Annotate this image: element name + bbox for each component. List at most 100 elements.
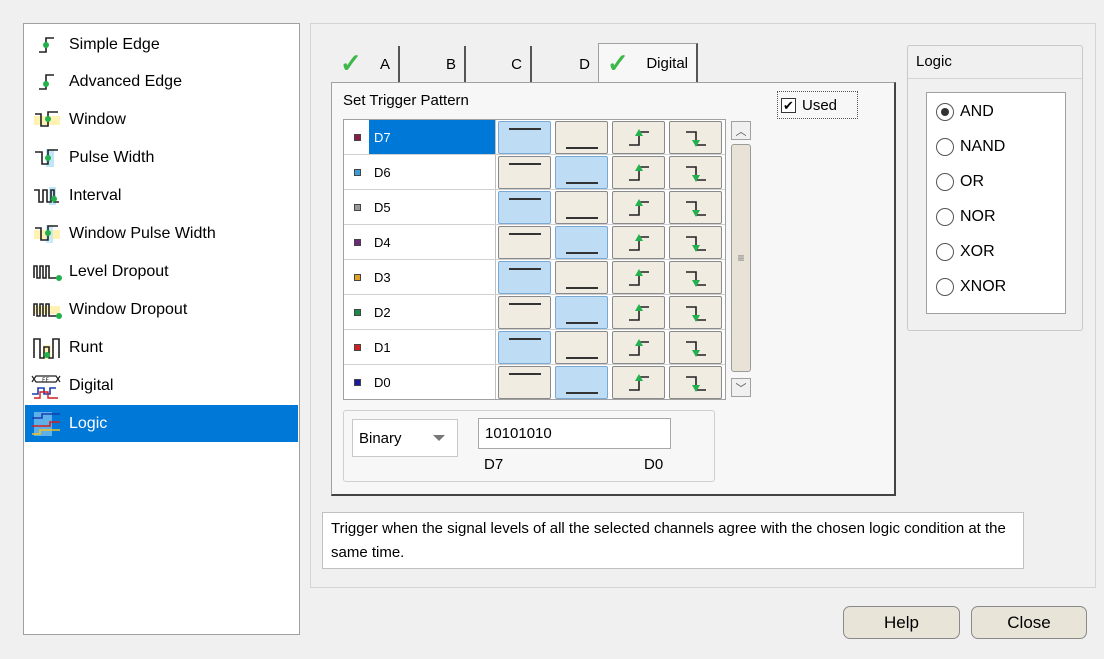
low-level-icon [565,380,598,394]
trigger-item-label: Pulse Width [69,148,155,166]
msb-label: D7 [484,456,504,473]
state-high-button[interactable] [498,226,551,259]
logic-option-label: XNOR [960,278,1007,295]
tab-label: Digital [646,54,688,72]
tab-b[interactable]: B [400,46,466,82]
falling-edge-icon [685,340,706,357]
trigger-item-label: Window [69,110,126,128]
channel-name[interactable]: D1 [369,330,496,364]
trigger-item-window-pulse-width[interactable]: Window Pulse Width [25,215,298,252]
state-low-button[interactable] [555,261,608,294]
high-level-icon [508,162,541,177]
channel-name[interactable]: D6 [369,155,496,189]
trigger-item-pulse-width[interactable]: Pulse Width [25,139,298,176]
state-rising-button[interactable] [612,156,665,189]
state-falling-button[interactable] [669,296,722,329]
state-rising-button[interactable] [612,296,665,329]
used-checkbox[interactable]: ✔ Used [777,91,858,119]
divider [908,78,1082,79]
state-high-button[interactable] [498,366,551,399]
trigger-item-runt[interactable]: Runt [25,329,298,366]
channel-name[interactable]: D4 [369,225,496,259]
logic-option-nand[interactable]: NAND [936,135,1005,159]
trigger-item-label: Logic [69,414,108,432]
chevron-up-icon: ︿ [735,125,747,138]
trigger-item-window-dropout[interactable]: Window Dropout [25,291,298,328]
channel-color-swatch [354,204,361,211]
state-falling-button[interactable] [669,366,722,399]
channel-name[interactable]: D7 [369,120,496,154]
channel-name[interactable]: D2 [369,295,496,329]
chevron-down-icon: ﹀ [735,382,747,395]
logic-option-or[interactable]: OR [936,170,984,194]
pattern-value-input[interactable] [478,418,671,449]
logic-option-xnor[interactable]: XNOR [936,275,1006,299]
trigger-item-label: Digital [69,376,114,394]
state-low-button[interactable] [555,121,608,154]
checkbox-check-icon: ✔ [781,97,796,113]
trigger-item-level-dropout[interactable]: Level Dropout [25,253,298,290]
low-level-icon [565,135,598,149]
trigger-description: Trigger when the signal levels of all th… [322,512,1024,569]
state-high-button[interactable] [498,261,551,294]
pattern-scrollbar[interactable]: ︿ ≡ ﹀ [729,119,754,400]
logic-option-xor[interactable]: XOR [936,240,995,264]
state-low-button[interactable] [555,156,608,189]
tab-label: B [445,55,456,73]
close-button[interactable]: Close [971,606,1087,639]
low-level-icon [565,170,598,184]
state-high-button[interactable] [498,156,551,189]
trigger-item-interval[interactable]: Interval [25,177,298,214]
channel-name[interactable]: D5 [369,190,496,224]
trigger-type-list[interactable]: Simple Edge Advanced Edge Window Pulse W… [23,23,300,635]
state-falling-button[interactable] [669,261,722,294]
state-high-button[interactable] [498,331,551,364]
tab-a[interactable]: ✓ A [334,46,400,82]
state-rising-button[interactable] [612,261,665,294]
high-level-icon [508,267,541,282]
trigger-item-window[interactable]: Window [25,101,298,138]
scroll-thumb[interactable]: ≡ [731,144,751,372]
state-rising-button[interactable] [612,331,665,364]
tab-c[interactable]: C [466,46,532,82]
format-dropdown[interactable]: Binary [352,419,458,457]
state-low-button[interactable] [555,296,608,329]
trigger-item-logic[interactable]: Logic [25,405,298,442]
state-rising-button[interactable] [612,191,665,224]
state-rising-button[interactable] [612,226,665,259]
logic-option-nor[interactable]: NOR [936,205,996,229]
state-low-button[interactable] [555,331,608,364]
state-low-button[interactable] [555,366,608,399]
state-falling-button[interactable] [669,226,722,259]
trigger-item-digital[interactable]: FF Digital [25,367,298,404]
tab-d[interactable]: D [532,46,598,82]
channel-row-d1: D1 [344,330,725,365]
trigger-item-simple-edge[interactable]: Simple Edge [25,26,298,63]
state-falling-button[interactable] [669,156,722,189]
check-icon: ✓ [607,48,629,78]
pulse-width-icon [25,145,69,171]
channel-name[interactable]: D3 [369,260,496,294]
state-high-button[interactable] [498,296,551,329]
scroll-down-button[interactable]: ﹀ [731,378,751,397]
state-rising-button[interactable] [612,121,665,154]
state-low-button[interactable] [555,226,608,259]
state-rising-button[interactable] [612,366,665,399]
state-low-button[interactable] [555,191,608,224]
logic-option-label: NOR [960,208,996,225]
scroll-up-button[interactable]: ︿ [731,121,751,140]
trigger-item-advanced-edge[interactable]: Advanced Edge [25,63,298,100]
state-high-button[interactable] [498,121,551,154]
logic-option-and[interactable]: AND [936,100,994,124]
channel-name[interactable]: D0 [369,365,496,399]
help-button[interactable]: Help [843,606,960,639]
state-falling-button[interactable] [669,191,722,224]
state-falling-button[interactable] [669,121,722,154]
tab-digital[interactable]: ✓ Digital [598,43,698,82]
state-falling-button[interactable] [669,331,722,364]
logic-title: Logic [916,53,952,70]
high-level-icon [508,232,541,247]
logic-option-label: XOR [960,243,995,260]
state-high-button[interactable] [498,191,551,224]
radio-icon [936,208,954,226]
